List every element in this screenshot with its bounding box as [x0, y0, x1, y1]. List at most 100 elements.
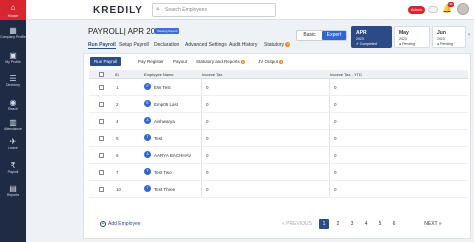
search-icon: ⌕	[156, 6, 160, 13]
sidebar-item-label: Attendance	[4, 127, 22, 131]
profile-icon: ▣	[9, 51, 17, 60]
top-bar: ⌂ Home KREDILY ⌕ Search Employees Admin …	[0, 0, 474, 20]
row-checkbox[interactable]	[99, 170, 104, 175]
sidebar-item-label: Payroll	[7, 170, 19, 174]
income-tax-ytd-value: 0	[334, 102, 337, 107]
tab-statutory[interactable]: Statutory 2	[264, 42, 291, 48]
income-tax-value: 0	[206, 153, 209, 158]
table-header: ID Employee Name Income Tax Income Tax -…	[89, 70, 468, 79]
status-tag: Viewing Payroll	[155, 28, 180, 34]
row-checkbox[interactable]	[99, 187, 104, 192]
subtab-run-payroll[interactable]: Run Payroll	[90, 57, 122, 66]
sidebar-item-my-profile[interactable]: ▣ My Profile	[0, 51, 26, 64]
pagination-page-4[interactable]: 4	[361, 219, 371, 229]
month-card-apr[interactable]: APR 2023 ✔ Completed	[351, 26, 392, 48]
pagination-next[interactable]: NEXT »	[420, 219, 446, 229]
employee-avatar: A	[144, 151, 151, 158]
reports-icon: ▤	[9, 184, 17, 193]
sidebar-item-reach[interactable]: ◉ Reach	[0, 98, 26, 111]
table-row[interactable]: 6 A AARYA BACHHAV 0 0	[89, 147, 468, 164]
column-divider	[201, 113, 202, 129]
expert-mode-button[interactable]: Expert	[322, 31, 346, 40]
table-row[interactable]: 7 T Test Two 0 0	[89, 164, 468, 181]
column-divider	[201, 79, 202, 95]
tab-declaration[interactable]: Declaration	[154, 42, 179, 48]
employee-id: 5	[116, 136, 119, 141]
column-header-income-tax[interactable]: Income Tax	[202, 72, 222, 77]
building-icon: ▦	[9, 26, 17, 35]
sidebar-item-directory[interactable]: ☰ Directory	[0, 74, 26, 87]
sidebar-item-leave[interactable]: ✈ Leave	[0, 137, 26, 150]
employee-name[interactable]: AARYA BACHHAV	[154, 153, 191, 158]
employee-name[interactable]: Emp05 Last	[154, 102, 178, 107]
pagination-page-6[interactable]: 6	[389, 219, 399, 229]
count-badge: 2	[241, 59, 246, 64]
month-name: May	[399, 30, 409, 36]
employee-name[interactable]: Test	[154, 136, 162, 141]
column-header-employee-name[interactable]: Employee Name	[144, 72, 174, 77]
row-checkbox[interactable]	[99, 119, 104, 124]
employee-name[interactable]: Test Three	[154, 187, 175, 192]
mode-toggle[interactable]	[428, 6, 438, 13]
home-label: Home	[7, 13, 19, 18]
sidebar-item-attendance[interactable]: ▥ Attendance	[0, 118, 26, 131]
subtab-pay-register[interactable]: Pay Register	[134, 57, 168, 66]
run-payroll-panel: Run Payroll Pay Register Payout Statutor…	[83, 53, 471, 239]
subtab-statutory-reports[interactable]: Statutory and Reports 2	[192, 57, 249, 66]
employee-avatar: T	[144, 185, 151, 192]
column-divider	[201, 96, 202, 112]
sidebar-item-company-profile[interactable]: ▦ Company Profile	[0, 26, 26, 39]
employee-name[interactable]: EW Test	[154, 85, 171, 90]
home-button[interactable]: ⌂ Home	[0, 0, 26, 20]
employee-name[interactable]: Aishwarya	[154, 119, 175, 124]
column-header-income-tax-ytd[interactable]: Income Tax - YTD	[330, 72, 362, 77]
table-row[interactable]: 5 T Test 0 0	[89, 130, 468, 147]
sidebar: ▦ Company Profile ▣ My Profile ☰ Directo…	[0, 20, 26, 242]
table-row[interactable]: 10 T Test Three 0 0	[89, 181, 468, 198]
table-row[interactable]: 1 E EW Test 0 0	[89, 79, 468, 96]
select-all-checkbox[interactable]	[99, 72, 104, 77]
employee-avatar: E	[144, 83, 151, 90]
directory-icon: ☰	[9, 74, 17, 83]
search-input[interactable]: ⌕ Search Employees	[152, 3, 276, 17]
pagination-page-3[interactable]: 3	[347, 219, 357, 229]
admin-badge[interactable]: Admin	[408, 6, 425, 14]
table-row[interactable]: 4 A Aishwarya 0 0	[89, 113, 468, 130]
employee-avatar: T	[144, 168, 151, 175]
table-row[interactable]: 2 E Emp05 Last 0 0	[89, 96, 468, 113]
row-checkbox[interactable]	[99, 102, 104, 107]
employee-id: 10	[116, 187, 122, 192]
subtab-jv-output[interactable]: JV Output 2	[254, 57, 287, 66]
row-checkbox[interactable]	[99, 153, 104, 158]
user-avatar[interactable]	[457, 3, 469, 15]
column-divider	[329, 79, 330, 95]
month-card-jun[interactable]: Jun 2023 ● Pending	[432, 26, 466, 48]
pagination-page-1[interactable]: 1	[319, 219, 329, 229]
employee-name[interactable]: Test Two	[154, 170, 172, 175]
column-divider	[201, 181, 202, 197]
chevron-right-icon[interactable]: ›	[468, 32, 470, 38]
sidebar-item-payroll[interactable]: ₹ Payroll	[0, 161, 26, 174]
sidebar-item-reports[interactable]: ▤ Reports	[0, 184, 26, 197]
pagination-page-5[interactable]: 5	[375, 219, 385, 229]
pagination-previous[interactable]: « PREVIOUS	[279, 219, 315, 229]
tab-run-payroll[interactable]: Run Payroll	[88, 42, 116, 49]
add-employee-button[interactable]: + Add Employee	[100, 221, 141, 227]
leave-icon: ✈	[9, 137, 17, 146]
tab-setup-payroll[interactable]: Setup Payroll	[119, 42, 149, 48]
month-card-may[interactable]: May 2023 ● Pending	[394, 26, 430, 48]
subtab-payout[interactable]: Payout	[169, 57, 191, 66]
row-checkbox[interactable]	[99, 136, 104, 141]
income-tax-ytd-value: 0	[334, 170, 337, 175]
row-checkbox[interactable]	[99, 85, 104, 90]
employee-id: 6	[116, 153, 119, 158]
income-tax-value: 0	[206, 85, 209, 90]
tab-audit-history[interactable]: Audit History	[229, 42, 257, 48]
column-header-id[interactable]: ID	[115, 72, 119, 77]
count-badge: 2	[279, 59, 284, 64]
notification-count: 99	[448, 2, 454, 7]
sidebar-item-label: Reports	[6, 193, 20, 197]
basic-mode-button[interactable]: Basic	[297, 31, 322, 40]
tab-advanced-settings[interactable]: Advanced Settings	[185, 42, 227, 48]
pagination-page-2[interactable]: 2	[333, 219, 343, 229]
